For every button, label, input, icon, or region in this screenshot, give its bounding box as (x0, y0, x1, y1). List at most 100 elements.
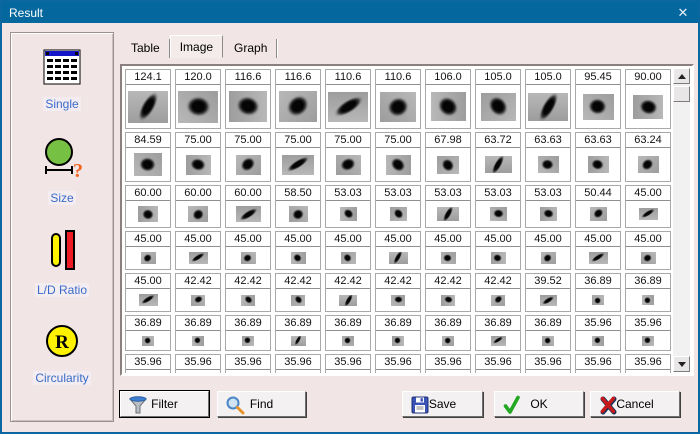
grid-cell[interactable]: 35.96 (375, 354, 421, 373)
grid-cell[interactable]: 75.00 (225, 132, 271, 182)
ok-button[interactable]: OK (494, 391, 584, 417)
grid-cell[interactable]: 53.03 (425, 185, 471, 228)
grid-cell[interactable]: 75.00 (275, 132, 321, 182)
sidebar-item-circularity[interactable]: R Circularity (33, 321, 90, 385)
grid-cell[interactable]: 53.03 (475, 185, 521, 228)
grid-cell[interactable]: 42.42 (325, 273, 371, 312)
grid-cell[interactable]: 36.89 (225, 315, 271, 351)
grid-cell[interactable]: 95.45 (575, 69, 621, 129)
grid-cell[interactable]: 90.00 (625, 69, 671, 129)
grid-cell[interactable]: 116.6 (225, 69, 271, 129)
sidebar-item-single[interactable]: Single (41, 47, 83, 111)
grid-cell[interactable]: 35.96 (125, 354, 171, 373)
grid-cell[interactable]: 75.00 (325, 132, 371, 182)
vertical-scrollbar[interactable] (673, 68, 690, 372)
grid-cell[interactable]: 45.00 (525, 231, 571, 270)
grid-cell[interactable]: 45.00 (225, 231, 271, 270)
scroll-down-button[interactable] (673, 356, 690, 372)
cell-thumb-area (626, 247, 670, 269)
find-button[interactable]: Find (217, 391, 306, 417)
grid-cell[interactable]: 35.96 (175, 354, 221, 373)
cancel-button[interactable]: Cancel (590, 391, 680, 417)
grid-cell[interactable]: 105.0 (525, 69, 571, 129)
grid-cell[interactable]: 42.42 (425, 273, 471, 312)
grid-cell[interactable]: 42.42 (375, 273, 421, 312)
grid-cell[interactable]: 63.72 (475, 132, 521, 182)
sidebar-item-ld-ratio[interactable]: L/D Ratio (35, 229, 89, 297)
sidebar-item-size[interactable]: ? Size (40, 137, 84, 205)
grid-cell[interactable]: 53.03 (525, 185, 571, 228)
tab-image[interactable]: Image (170, 35, 223, 58)
grid-cell[interactable]: 75.00 (375, 132, 421, 182)
grid-cell[interactable]: 36.89 (125, 315, 171, 351)
grid-cell[interactable]: 36.89 (525, 315, 571, 351)
grid-cell[interactable]: 35.96 (625, 354, 671, 373)
grid-cell[interactable]: 35.96 (475, 354, 521, 373)
grid-cell[interactable]: 53.03 (325, 185, 371, 228)
grid-cell[interactable]: 36.89 (575, 273, 621, 312)
grid-cell[interactable]: 45.00 (625, 231, 671, 270)
grid-cell[interactable]: 45.00 (125, 273, 171, 312)
grid-cell[interactable]: 39.52 (525, 273, 571, 312)
grid-cell[interactable]: 58.50 (275, 185, 321, 228)
grid-cell[interactable]: 35.96 (525, 354, 571, 373)
grid-cell[interactable]: 36.89 (425, 315, 471, 351)
grid-cell[interactable]: 110.6 (325, 69, 371, 129)
grid-cell[interactable]: 63.63 (575, 132, 621, 182)
grid-cell[interactable]: 45.00 (425, 231, 471, 270)
cell-value: 42.42 (226, 274, 270, 289)
grid-cell[interactable]: 42.42 (225, 273, 271, 312)
grid-cell[interactable]: 60.00 (225, 185, 271, 228)
grid-cell[interactable]: 45.00 (175, 231, 221, 270)
particle-thumbnail (134, 153, 162, 176)
grid-cell[interactable]: 45.00 (375, 231, 421, 270)
grid-cell[interactable]: 120.0 (175, 69, 221, 129)
grid-cell[interactable]: 35.96 (425, 354, 471, 373)
grid-cell[interactable]: 63.63 (525, 132, 571, 182)
grid-cell[interactable]: 60.00 (125, 185, 171, 228)
grid-cell[interactable]: 36.89 (475, 315, 521, 351)
grid-cell[interactable]: 35.96 (225, 354, 271, 373)
particle-blob (234, 94, 262, 120)
scrollbar-thumb[interactable] (673, 86, 690, 102)
grid-cell[interactable]: 36.89 (625, 273, 671, 312)
grid-cell[interactable]: 124.1 (125, 69, 171, 129)
grid-cell[interactable]: 36.89 (325, 315, 371, 351)
close-icon[interactable]: ✕ (668, 5, 698, 21)
grid-cell[interactable]: 35.96 (325, 354, 371, 373)
filter-button[interactable]: Filter (120, 391, 209, 417)
grid-cell[interactable]: 35.96 (275, 354, 321, 373)
cell-value: 63.24 (626, 133, 670, 148)
tab-graph[interactable]: Graph (225, 39, 277, 58)
tab-table[interactable]: Table (122, 39, 170, 58)
grid-cell[interactable]: 42.42 (275, 273, 321, 312)
grid-cell[interactable]: 36.89 (375, 315, 421, 351)
grid-cell[interactable]: 42.42 (475, 273, 521, 312)
save-button[interactable]: Save (402, 391, 483, 417)
grid-cell[interactable]: 75.00 (175, 132, 221, 182)
grid-cell[interactable]: 45.00 (125, 231, 171, 270)
grid-cell[interactable]: 42.42 (175, 273, 221, 312)
grid-cell[interactable]: 35.96 (575, 315, 621, 351)
grid-cell[interactable]: 35.96 (575, 354, 621, 373)
scroll-up-button[interactable] (673, 68, 690, 84)
grid-cell[interactable]: 116.6 (275, 69, 321, 129)
grid-cell[interactable]: 45.00 (325, 231, 371, 270)
grid-cell[interactable]: 36.89 (275, 315, 321, 351)
grid-cell[interactable]: 45.00 (475, 231, 521, 270)
grid-cell[interactable]: 45.00 (575, 231, 621, 270)
grid-cell[interactable]: 45.00 (625, 185, 671, 228)
grid-cell[interactable]: 45.00 (275, 231, 321, 270)
grid-cell[interactable]: 106.0 (425, 69, 471, 129)
grid-cell[interactable]: 53.03 (375, 185, 421, 228)
title-bar[interactable]: Result ✕ (2, 2, 698, 23)
grid-cell[interactable]: 50.44 (575, 185, 621, 228)
grid-cell[interactable]: 84.59 (125, 132, 171, 182)
grid-cell[interactable]: 35.96 (625, 315, 671, 351)
grid-cell[interactable]: 60.00 (175, 185, 221, 228)
grid-cell[interactable]: 36.89 (175, 315, 221, 351)
grid-cell[interactable]: 67.98 (425, 132, 471, 182)
grid-cell[interactable]: 63.24 (625, 132, 671, 182)
grid-cell[interactable]: 105.0 (475, 69, 521, 129)
grid-cell[interactable]: 110.6 (375, 69, 421, 129)
